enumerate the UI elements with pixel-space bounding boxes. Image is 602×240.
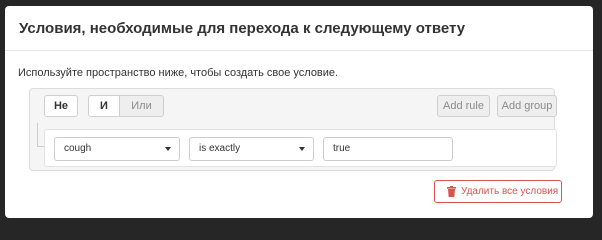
delete-all-conditions-button[interactable]: Удалить все условия	[434, 180, 562, 203]
and-condition-button[interactable]: И	[88, 95, 120, 117]
value-input-text: true	[333, 143, 351, 154]
not-toggle-button[interactable]: Не	[44, 95, 78, 117]
rule-row: cough is exactly true	[44, 129, 557, 167]
trash-icon	[447, 186, 456, 197]
field-select-value: cough	[64, 143, 92, 154]
tree-connector	[37, 123, 44, 147]
operator-select-value: is exactly	[199, 143, 241, 154]
add-rule-button[interactable]: Add rule	[437, 95, 490, 117]
delete-all-conditions-label: Удалить все условия	[461, 186, 559, 197]
operator-select[interactable]: is exactly	[189, 137, 314, 161]
add-group-button[interactable]: Add group	[497, 95, 557, 117]
modal-description: Используйте пространство ниже, чтобы соз…	[18, 67, 339, 79]
chevron-down-icon	[165, 147, 171, 151]
field-select[interactable]: cough	[54, 137, 180, 161]
modal-title: Условия, необходимые для перехода к след…	[19, 20, 466, 37]
or-condition-button[interactable]: Или	[119, 95, 164, 117]
conditions-modal: Условия, необходимые для перехода к след…	[5, 6, 593, 218]
rule-group: Не И Или Add rule Add group cough is exa…	[29, 88, 557, 171]
value-input[interactable]: true	[323, 137, 453, 161]
modal-header: Условия, необходимые для перехода к след…	[5, 6, 593, 51]
chevron-down-icon	[299, 147, 305, 151]
